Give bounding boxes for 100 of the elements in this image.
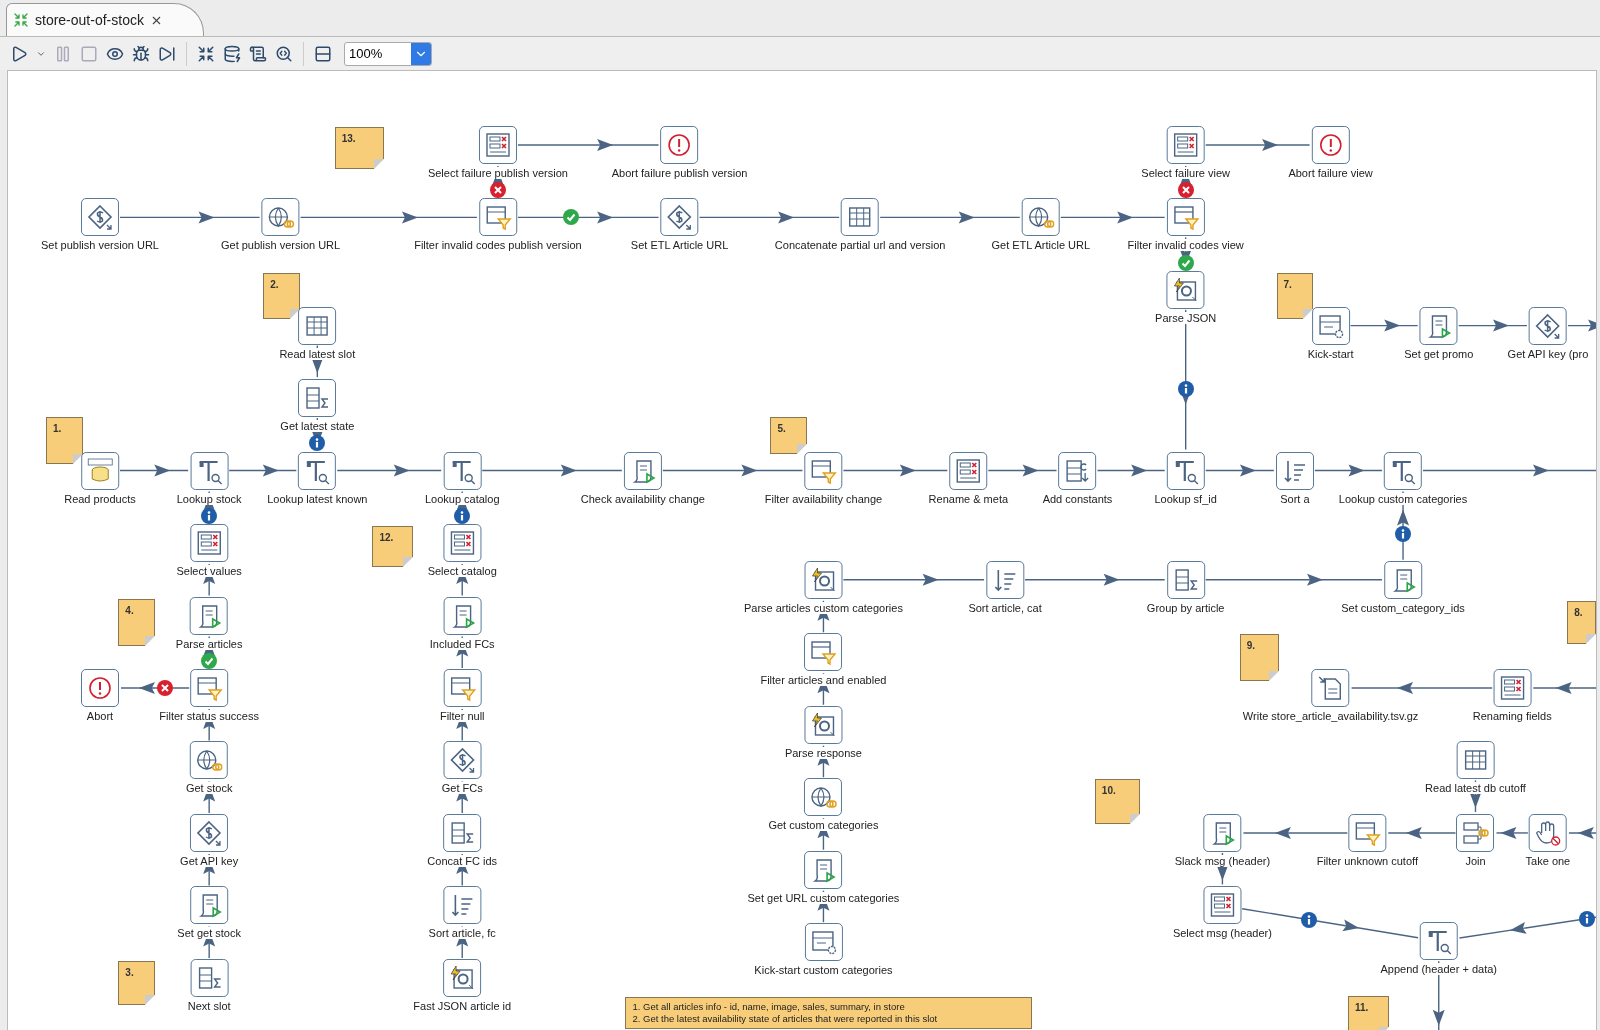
step-label: Lookup catalog [423,492,501,505]
lightning-icon[interactable] [804,705,843,744]
field-list-icon[interactable] [478,125,517,164]
dollar-sign-icon[interactable] [443,741,482,780]
lookup-icon[interactable] [1419,922,1458,961]
document-tab[interactable]: store-out-of-stock [6,3,204,36]
step-label: Filter invalid codes publish version [413,239,583,252]
table-icon[interactable] [1456,741,1495,780]
script-icon[interactable] [1384,560,1422,599]
globe-icon[interactable] [261,198,300,237]
field-list-icon[interactable] [1166,125,1205,164]
sticky-note: 13. [334,126,384,170]
dollar-sign-icon[interactable] [80,198,119,237]
sum-icon[interactable] [190,958,229,997]
step-label: Filter availability change [763,492,884,505]
join-icon[interactable] [1456,813,1495,852]
filter-funnel-icon[interactable] [1166,198,1205,237]
lookup-icon[interactable] [1166,451,1205,490]
document-icon[interactable] [1311,669,1350,707]
info-icon [454,507,471,524]
sticky-note: 4. [118,599,156,647]
step-label: Get publish version URL [219,239,342,252]
step-label: Add constants [1041,492,1114,505]
globe-icon[interactable] [190,741,229,780]
step-label: Lookup sf_id [1153,492,1218,505]
globe-icon[interactable] [1021,198,1060,237]
step-label: Kick-start [1306,347,1355,360]
info-icon [1177,381,1194,398]
sticky-note: 10. [1094,778,1140,824]
sticky-note: 7. [1276,272,1314,320]
script-icon[interactable] [1419,306,1458,345]
info-icon [309,435,326,452]
field-list-icon[interactable] [190,524,229,563]
step-label: Set get promo [1403,347,1475,360]
constants-icon[interactable] [1058,451,1097,490]
script-icon[interactable] [623,451,662,490]
lightning-icon[interactable] [1166,270,1205,309]
zoom-select[interactable]: 100% [344,41,432,66]
table-icon[interactable] [298,306,337,345]
dollar-sign-icon[interactable] [1528,306,1567,345]
sum-icon[interactable] [443,813,482,852]
table-icon[interactable] [841,198,880,237]
sticky-note: 9. [1239,633,1279,681]
step-label: Concatenate partial url and version [773,239,947,252]
step-label: Join [1464,854,1487,867]
sort-list-icon[interactable] [986,560,1025,599]
step-label: Parse JSON [1154,311,1218,324]
filter-funnel-icon[interactable] [804,633,843,672]
step-label: Sort article, cat [967,601,1043,614]
comment-note: 1. Get all articles info - id, name, image, sales, summary, in store 2. Get the latest availability state of articles that were reported in this slot [625,997,1032,1030]
success-check-icon [1177,254,1194,271]
script-icon[interactable] [190,596,229,635]
step-label: Filter status success [158,710,260,722]
script-icon[interactable] [443,596,482,635]
step-label: Rename & meta [927,492,1010,505]
lookup-icon[interactable] [190,451,229,490]
transformation-icon [13,12,29,28]
info-icon [1300,911,1317,928]
field-list-icon[interactable] [1493,669,1532,707]
lookup-icon[interactable] [443,451,482,490]
field-list-icon[interactable] [443,524,482,563]
filter-funnel-icon[interactable] [478,198,517,237]
step-label: Abort failure view [1287,166,1374,179]
step-label: Get custom categories [767,819,880,832]
lookup-icon[interactable] [1384,451,1422,490]
step-label: Lookup stock [175,492,243,505]
dollar-sign-icon[interactable] [660,198,699,237]
form-gear-icon[interactable] [1311,306,1350,345]
script-icon[interactable] [1203,813,1242,852]
sort-list-icon[interactable] [1275,451,1314,490]
hop-arrow [228,464,297,477]
hop-arrow [1458,319,1528,332]
sort-list-icon[interactable] [443,886,482,925]
step-label: Group by article [1145,601,1226,614]
step-label: Abort [85,710,115,722]
lookup-icon[interactable] [298,451,337,490]
step-label: Kick-start custom categories [753,964,894,977]
hop-arrow [1568,826,1596,839]
step-label: Get API key (pro [1506,347,1590,360]
hand-icon[interactable] [1528,813,1567,852]
filter-funnel-icon[interactable] [443,669,482,707]
step-label: Select values [175,565,243,578]
sum-icon[interactable] [298,379,337,418]
database-icon[interactable] [80,451,119,490]
step-label: Set publish version URL [39,239,160,252]
lightning-icon[interactable] [443,958,482,997]
field-list-icon[interactable] [1203,886,1242,925]
step-label: Get latest state [279,420,356,433]
field-list-icon[interactable] [949,451,988,490]
lightning-icon[interactable] [804,560,843,599]
filter-funnel-icon[interactable] [1348,813,1387,852]
script-icon[interactable] [804,850,843,889]
hop-arrow [120,682,190,694]
sum-icon[interactable] [1166,560,1205,599]
script-icon[interactable] [190,886,229,925]
globe-icon[interactable] [804,778,843,817]
dollar-sign-icon[interactable] [190,813,229,852]
form-gear-icon[interactable] [804,923,843,962]
filter-funnel-icon[interactable] [190,669,229,707]
filter-funnel-icon[interactable] [804,451,843,490]
